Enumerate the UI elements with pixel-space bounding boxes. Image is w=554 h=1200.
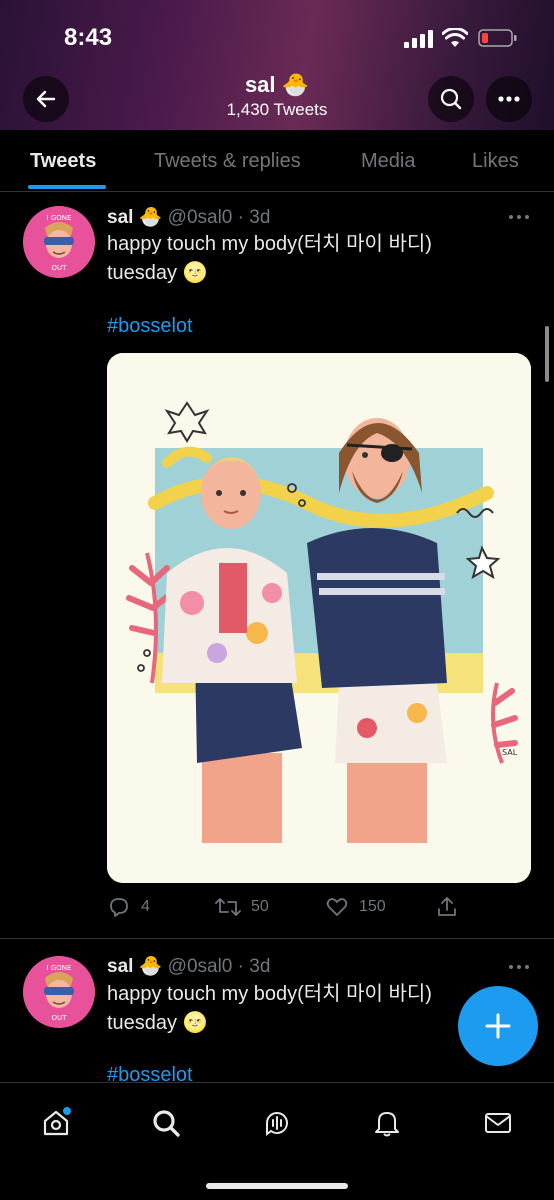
status-time: 8:43 — [64, 24, 113, 51]
ellipsis-icon — [509, 215, 529, 219]
profile-header: 8:43 sal 🐣 1,430 Tweets — [0, 0, 554, 130]
nav-messages[interactable] — [478, 1103, 518, 1143]
retweet-count: 50 — [251, 898, 269, 915]
wifi-icon — [442, 28, 468, 47]
illustration: SAL — [107, 353, 531, 883]
notifications-icon — [375, 1112, 399, 1137]
reply-count: 4 — [141, 898, 150, 915]
tweet-actions: 4 50 150 — [107, 895, 531, 921]
svg-text:I GONE: I GONE — [47, 964, 72, 972]
chick-emoji: 🐣 — [281, 72, 310, 97]
tab-tweets[interactable]: Tweets — [30, 150, 96, 173]
reply-icon — [110, 898, 128, 917]
share-icon — [438, 897, 456, 916]
status-bar: 8:43 — [0, 18, 554, 58]
avatar[interactable]: I GONE OUT — [23, 956, 95, 1028]
avatar-illustration: I GONE OUT — [23, 206, 95, 278]
nav-spaces[interactable] — [257, 1103, 297, 1143]
tweet-text-line: happy touch my body(터치 마이 바디) — [107, 983, 432, 1005]
tweet-text-line: happy touch my body(터치 마이 바디) — [107, 233, 432, 255]
svg-text:I GONE: I GONE — [47, 214, 72, 222]
author-emoji: 🐣 — [138, 956, 163, 977]
author-handle-time[interactable]: @0sal0 · 3d — [168, 207, 271, 228]
messages-icon — [485, 1113, 511, 1133]
profile-name: sal — [244, 72, 276, 97]
home-icon — [43, 1107, 71, 1136]
tab-media[interactable]: Media — [361, 150, 415, 173]
tab-tweets-replies[interactable]: Tweets & replies — [154, 150, 301, 173]
tweet-text-line: tuesday 🌝 — [107, 262, 208, 284]
nav-home[interactable] — [36, 1103, 76, 1143]
compose-button[interactable] — [458, 986, 538, 1066]
profile-tabs: Tweets Tweets & replies Media Likes — [0, 130, 554, 192]
avatar[interactable]: I GONE OUT — [23, 206, 95, 278]
hashtag-link[interactable]: #bosselot — [107, 315, 193, 338]
spaces-icon — [266, 1112, 289, 1136]
tweet-header: sal 🐣 @0sal0 · 3d — [107, 205, 270, 229]
tweet-text: happy touch my body(터치 마이 바디) tuesday 🌝 — [107, 230, 507, 288]
reply-button[interactable]: 4 — [107, 895, 150, 919]
author-emoji: 🐣 — [138, 207, 163, 228]
compose-icon — [485, 1013, 511, 1039]
ellipsis-icon — [509, 965, 529, 969]
search-button[interactable] — [428, 76, 474, 122]
share-button[interactable] — [435, 895, 459, 919]
scrollbar[interactable] — [545, 326, 549, 382]
retweet-button[interactable]: 50 — [215, 895, 269, 919]
search-icon — [440, 88, 462, 110]
svg-text:OUT: OUT — [52, 1014, 68, 1022]
svg-text:OUT: OUT — [52, 264, 68, 272]
nav-explore[interactable] — [146, 1103, 186, 1143]
more-button[interactable] — [486, 76, 532, 122]
battery-icon — [478, 29, 517, 47]
tweet-options-button[interactable] — [508, 954, 530, 975]
cellular-signal-icon — [404, 30, 433, 48]
like-icon — [326, 898, 348, 916]
tweet-image[interactable]: SAL — [107, 353, 531, 883]
tab-likes[interactable]: Likes — [472, 150, 519, 173]
home-indicator[interactable] — [206, 1183, 348, 1189]
author-handle-time[interactable]: @0sal0 · 3d — [168, 956, 271, 977]
artist-signature: SAL — [502, 748, 518, 757]
more-icon — [498, 96, 520, 102]
like-button[interactable]: 150 — [325, 895, 386, 919]
tweet-text: happy touch my body(터치 마이 바디) tuesday 🌝 — [107, 980, 507, 1038]
active-tab-indicator — [28, 185, 106, 189]
author-name[interactable]: sal — [107, 956, 133, 977]
tweet-text-line: tuesday 🌝 — [107, 1012, 208, 1034]
author-name[interactable]: sal — [107, 207, 133, 228]
explore-icon — [153, 1110, 180, 1137]
nav-notifications[interactable] — [367, 1103, 407, 1143]
tweet-divider — [0, 938, 554, 939]
avatar-illustration: I GONE OUT — [23, 956, 95, 1028]
retweet-icon — [215, 898, 241, 916]
like-count: 150 — [359, 898, 386, 915]
tweet-options-button[interactable] — [508, 204, 530, 225]
tweet-header: sal 🐣 @0sal0 · 3d — [107, 954, 270, 978]
